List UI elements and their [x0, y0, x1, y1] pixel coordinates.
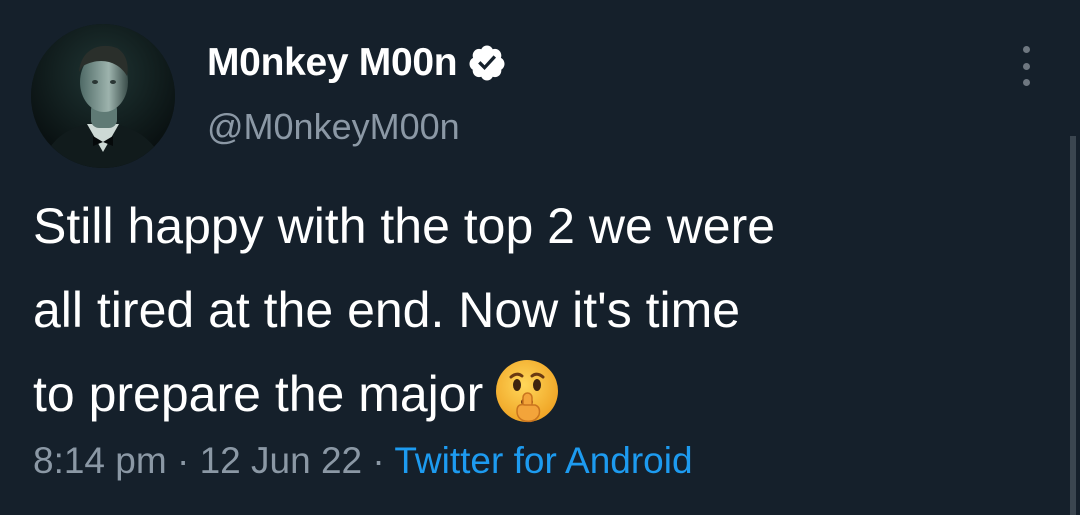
verified-badge-icon: [467, 43, 507, 83]
tweet-text: Still happy with the top 2 we were all t…: [33, 184, 1043, 436]
tweet-meta: 8:14 pm · 12 Jun 22 · Twitter for Androi…: [33, 440, 693, 482]
meta-separator: ·: [176, 440, 190, 481]
tweet-date[interactable]: 12 Jun 22: [200, 440, 363, 481]
avatar[interactable]: [31, 24, 175, 168]
more-dot: [1022, 62, 1030, 70]
tweet-text-line: all tired at the end. Now it's time: [33, 282, 741, 338]
more-dot: [1022, 46, 1030, 53]
more-vertical-icon[interactable]: [1016, 46, 1036, 86]
shushing-face-emoji-icon: [491, 355, 563, 427]
author-name-row[interactable]: M0nkey M00n: [207, 38, 507, 88]
tweet-time[interactable]: 8:14 pm: [33, 440, 167, 481]
more-dot: [1022, 79, 1030, 86]
tweet-text-line: Still happy with the top 2 we were: [33, 198, 776, 254]
tweet-source-link[interactable]: Twitter for Android: [394, 440, 692, 481]
scrollbar[interactable]: [1070, 136, 1076, 515]
author-handle[interactable]: @M0nkeyM00n: [207, 106, 460, 148]
tweet-text-line: to prepare the major: [33, 366, 484, 422]
tweet-text-line-last: to prepare the major: [33, 352, 1043, 436]
meta-separator: ·: [372, 440, 385, 481]
author-display-name[interactable]: M0nkey M00n: [207, 41, 458, 85]
avatar-image: [31, 24, 175, 168]
